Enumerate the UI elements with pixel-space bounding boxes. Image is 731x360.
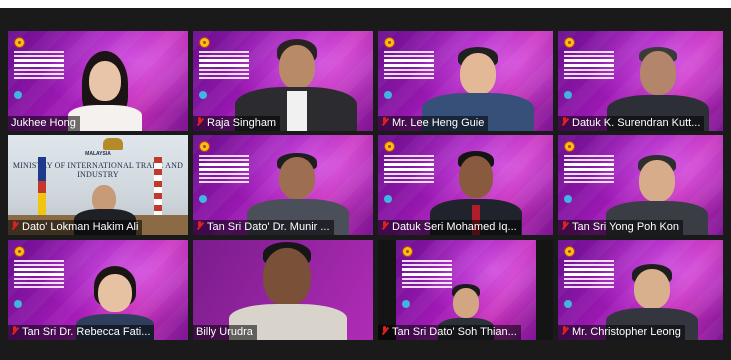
- sponsor-logo-icon: [564, 91, 572, 99]
- event-banner-text: [14, 51, 64, 81]
- muted-mic-icon: [561, 326, 568, 336]
- muted-mic-icon: [381, 221, 388, 231]
- asean-logo-icon: [199, 37, 210, 48]
- asean-logo-icon: [564, 37, 575, 48]
- participant-name-label: Tan Sri Dr. Rebecca Fati...: [8, 325, 155, 340]
- participant-name-label: Tan Sri Dato' Dr. Munir ...: [193, 220, 334, 235]
- video-tile[interactable]: Datuk K. Surendran Kutt...: [558, 31, 723, 131]
- video-tile[interactable]: Raja Singham: [193, 31, 373, 131]
- muted-mic-icon: [561, 221, 568, 231]
- sponsor-logo-icon: [402, 300, 410, 308]
- video-tile[interactable]: Tan Sri Dato' Soh Thian...: [378, 240, 553, 340]
- muted-mic-icon: [11, 221, 18, 231]
- asean-flag-icon: [38, 157, 46, 217]
- asean-logo-icon: [402, 246, 413, 257]
- muted-mic-icon: [196, 221, 203, 231]
- asean-logo-icon: [384, 141, 395, 152]
- participant-name-label: Datuk Seri Mohamed Iq...: [378, 220, 521, 235]
- muted-mic-icon: [381, 117, 388, 127]
- participant-name-label: Datuk K. Surendran Kutt...: [558, 116, 705, 131]
- asean-logo-icon: [564, 141, 575, 152]
- asean-logo-icon: [14, 246, 25, 257]
- participant-name-label: Raja Singham: [193, 116, 281, 131]
- asean-logo-icon: [384, 37, 395, 48]
- event-banner-text: [199, 155, 249, 185]
- sponsor-logo-icon: [384, 91, 392, 99]
- asean-logo-icon: [199, 141, 210, 152]
- malaysia-flag-icon: [154, 157, 162, 217]
- muted-mic-icon: [381, 326, 388, 336]
- video-tile[interactable]: Tan Sri Yong Poh Kon: [558, 135, 723, 235]
- muted-mic-icon: [11, 326, 18, 336]
- video-tile[interactable]: Datuk Seri Mohamed Iq...: [378, 135, 553, 235]
- muted-mic-icon: [561, 117, 568, 127]
- malaysia-crest-icon: [103, 138, 123, 150]
- sponsor-logo-icon: [14, 300, 22, 308]
- sponsor-logo-icon: [564, 300, 572, 308]
- participant-name-label: Jukhee Hong: [8, 116, 80, 131]
- video-tile[interactable]: Jukhee Hong: [8, 31, 188, 131]
- sponsor-logo-icon: [14, 91, 22, 99]
- asean-logo-icon: [14, 37, 25, 48]
- event-banner-text: [14, 260, 64, 290]
- video-tile[interactable]: MALAYSIA MINISTRY OF INTERNATIONAL TRADE…: [8, 135, 188, 235]
- video-tile[interactable]: Tan Sri Dr. Rebecca Fati...: [8, 240, 188, 340]
- video-tile[interactable]: Billy Urudra: [193, 240, 373, 340]
- participant-name-label: Tan Sri Dato' Soh Thian...: [378, 325, 521, 340]
- muted-mic-icon: [196, 117, 203, 127]
- sponsor-logo-icon: [384, 195, 392, 203]
- sponsor-logo-icon: [199, 91, 207, 99]
- participant-name-label: Mr. Christopher Leong: [558, 325, 685, 340]
- participant-name-label: Mr. Lee Heng Guie: [378, 116, 489, 131]
- video-tile[interactable]: Mr. Lee Heng Guie: [378, 31, 553, 131]
- sponsor-logo-icon: [564, 195, 572, 203]
- video-tile[interactable]: Tan Sri Dato' Dr. Munir ...: [193, 135, 373, 235]
- participant-name-label: Billy Urudra: [193, 325, 257, 340]
- video-gallery: Jukhee Hong Raja Singham Mr. Lee Heng Gu…: [0, 8, 731, 360]
- video-tile[interactable]: Mr. Christopher Leong: [558, 240, 723, 340]
- participant-name-label: Tan Sri Yong Poh Kon: [558, 220, 684, 235]
- asean-logo-icon: [564, 246, 575, 257]
- sponsor-logo-icon: [199, 195, 207, 203]
- participant-name-label: Dato' Lokman Hakim Ali: [8, 220, 143, 235]
